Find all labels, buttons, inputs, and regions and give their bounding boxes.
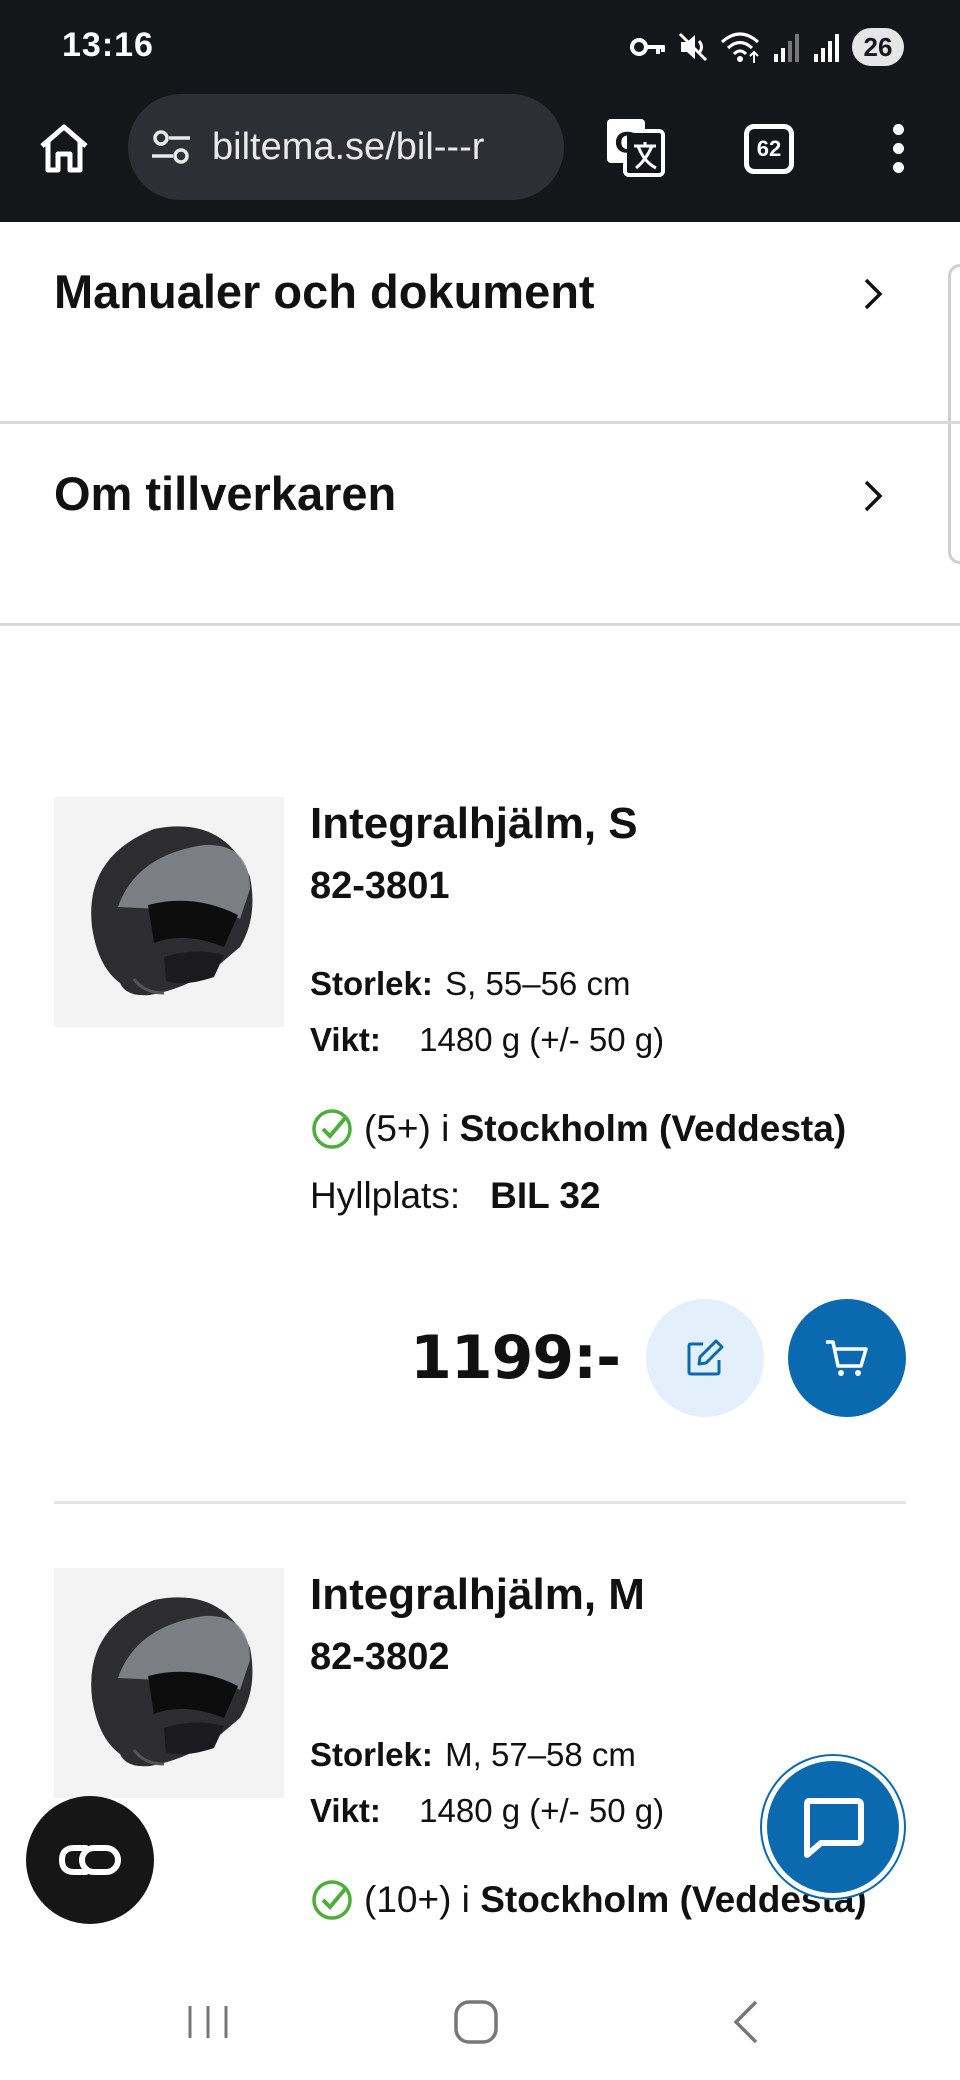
stock-status: (10+) i Stockholm (Veddesta) [310,1878,867,1922]
toggle-icon [58,1845,121,1875]
helmet-image [91,1597,253,1767]
product-title[interactable]: Integralhjälm, S [310,799,638,849]
stock-store[interactable]: Stockholm (Veddesta) [460,1108,847,1150]
spec-weight: Vikt: 1480 g (+/- 50 g) [310,1792,664,1830]
status-time: 13:16 [62,26,154,64]
wifi-icon [721,32,759,63]
accordion-manuals[interactable]: Manualer och dokument [0,222,960,424]
product-sku: 82-3802 [310,1636,450,1678]
stock-count: (10+) i [364,1879,470,1920]
chat-icon [804,1798,864,1858]
site-settings-icon[interactable] [150,126,192,168]
url-text[interactable]: biltema.se/bil---r [212,126,484,169]
signal-icon [814,34,839,62]
shelf-label: Hyllplats: [310,1175,461,1216]
check-circle-icon [312,1880,352,1920]
spec-label: Vikt: [310,1021,381,1058]
accessibility-toggle-button[interactable] [26,1796,154,1924]
spec-size: Storlek: M, 57–58 cm [310,1736,636,1774]
product-image[interactable] [54,1568,284,1798]
shelf-location: Hyllplats: BIL 32 [310,1175,600,1217]
stock-status: (5+) i Stockholm (Veddesta) [310,1107,846,1151]
accordion-label: Manualer och dokument [54,265,595,318]
shelf-value: BIL 32 [490,1175,601,1216]
chat-button[interactable] [762,1756,904,1898]
battery-indicator: 26 [852,28,904,66]
divider [54,1501,906,1504]
spec-label: Storlek: [310,1736,433,1773]
spec-value: M, 57–58 cm [445,1736,636,1773]
product-image[interactable] [54,797,284,1027]
tabs-button[interactable]: 62 [744,124,794,174]
product-title[interactable]: Integralhjälm, M [310,1570,645,1620]
add-to-cart-button[interactable] [788,1299,906,1417]
status-icons: 26 [630,24,904,70]
spec-weight: Vikt: 1480 g (+/- 50 g) [310,1021,664,1059]
chevron-right-icon [864,278,883,310]
browser-toolbar: biltema.se/bil---r G 62 [0,90,960,222]
spec-value: 1480 g (+/- 50 g) [419,1021,665,1058]
recent-apps-icon[interactable] [178,1992,238,2052]
translate-icon[interactable]: G [604,116,666,178]
stock-count: (5+) i [364,1108,450,1149]
spec-label: Storlek: [310,965,433,1002]
accordion-label: Om tillverkaren [54,467,397,520]
home-icon[interactable] [36,120,92,176]
helmet-image [91,826,253,996]
spec-value: S, 55–56 cm [445,965,631,1002]
add-to-list-button[interactable] [646,1299,764,1417]
spec-value: 1480 g (+/- 50 g) [419,1792,665,1829]
product-card: Integralhjälm, S 82-3801 Storlek: S, 55–… [0,797,960,1497]
tab-count: 62 [756,136,782,161]
product-sku: 82-3801 [310,865,450,907]
spec-label: Vikt: [310,1792,381,1829]
signal-icon [774,34,799,62]
accordion-manufacturer[interactable]: Om tillverkaren [0,424,960,626]
mute-icon [678,32,708,62]
edit-icon [687,1339,724,1376]
home-nav-icon[interactable] [446,1992,506,2052]
status-bar: 13:16 26 [0,0,960,90]
cart-icon [826,1340,868,1376]
more-vert-icon[interactable] [880,120,916,180]
check-circle-icon [312,1109,352,1149]
back-icon[interactable] [716,1992,776,2052]
spec-size: Storlek: S, 55–56 cm [310,965,630,1003]
system-nav-bar [0,1952,960,2080]
chevron-right-icon [864,480,883,512]
url-bar[interactable]: biltema.se/bil---r [128,94,564,200]
svg-text:G: G [615,126,638,159]
vpn-key-icon [630,38,665,56]
product-price: 1199:- [410,1323,621,1393]
